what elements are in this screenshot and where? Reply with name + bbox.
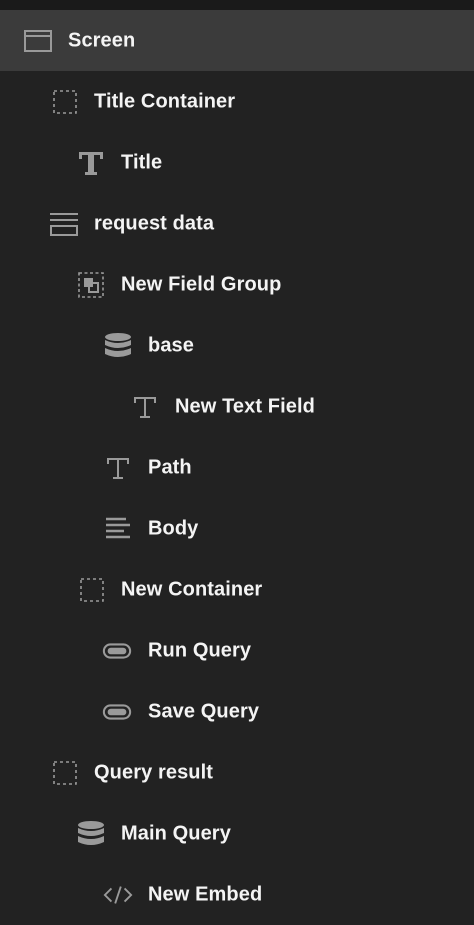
top-bar xyxy=(0,0,474,10)
database-icon xyxy=(76,819,106,849)
container-icon xyxy=(50,758,80,788)
tree-item-label: New Text Field xyxy=(175,395,315,417)
tree-item-label: Screen xyxy=(68,29,136,51)
tree-item-path[interactable]: Path xyxy=(0,437,474,498)
text-icon xyxy=(76,148,106,178)
tree-item-label: Title xyxy=(121,151,163,173)
tree-item-label: New Embed xyxy=(148,883,263,905)
container-icon xyxy=(50,87,80,117)
database-icon xyxy=(103,331,133,361)
tree-item-label: New Field Group xyxy=(121,273,282,295)
tree-item-base[interactable]: base xyxy=(0,315,474,376)
tree-item-label: Title Container xyxy=(94,90,236,112)
form-icon xyxy=(49,209,79,239)
tree-item-screen[interactable]: Screen xyxy=(0,10,474,71)
tree-item-new-embed[interactable]: New Embed xyxy=(0,864,474,925)
text-field-icon xyxy=(103,453,133,483)
container-icon xyxy=(77,575,107,605)
tree-item-title-container[interactable]: Title Container xyxy=(0,71,474,132)
tree-item-new-text-field[interactable]: New Text Field xyxy=(0,376,474,437)
text-area-icon xyxy=(103,514,133,544)
tree-item-label: New Container xyxy=(121,578,263,600)
tree-item-run-query[interactable]: Run Query xyxy=(0,620,474,681)
tree-item-label: Path xyxy=(148,456,192,478)
tree-item-label: Save Query xyxy=(148,700,260,722)
tree-item-query-result[interactable]: Query result xyxy=(0,742,474,803)
button-icon xyxy=(102,697,132,727)
tree-item-main-query[interactable]: Main Query xyxy=(0,803,474,864)
tree-item-label: base xyxy=(148,334,194,356)
embed-icon xyxy=(103,880,133,910)
tree-item-label: Main Query xyxy=(121,822,231,844)
text-field-icon xyxy=(130,392,160,422)
tree-item-body[interactable]: Body xyxy=(0,498,474,559)
tree-item-new-field-group[interactable]: New Field Group xyxy=(0,254,474,315)
field-group-icon xyxy=(76,270,106,300)
tree-item-label: Query result xyxy=(94,761,214,783)
layer-tree: Screen Title Container Title request dat… xyxy=(0,10,474,925)
tree-item-request-data[interactable]: request data xyxy=(0,193,474,254)
tree-item-new-container[interactable]: New Container xyxy=(0,559,474,620)
tree-item-label: request data xyxy=(94,212,215,234)
button-icon xyxy=(102,636,132,666)
tree-item-label: Body xyxy=(148,517,199,539)
tree-item-label: Run Query xyxy=(148,639,252,661)
tree-item-save-query[interactable]: Save Query xyxy=(0,681,474,742)
tree-item-title[interactable]: Title xyxy=(0,132,474,193)
screen-icon xyxy=(23,26,53,56)
